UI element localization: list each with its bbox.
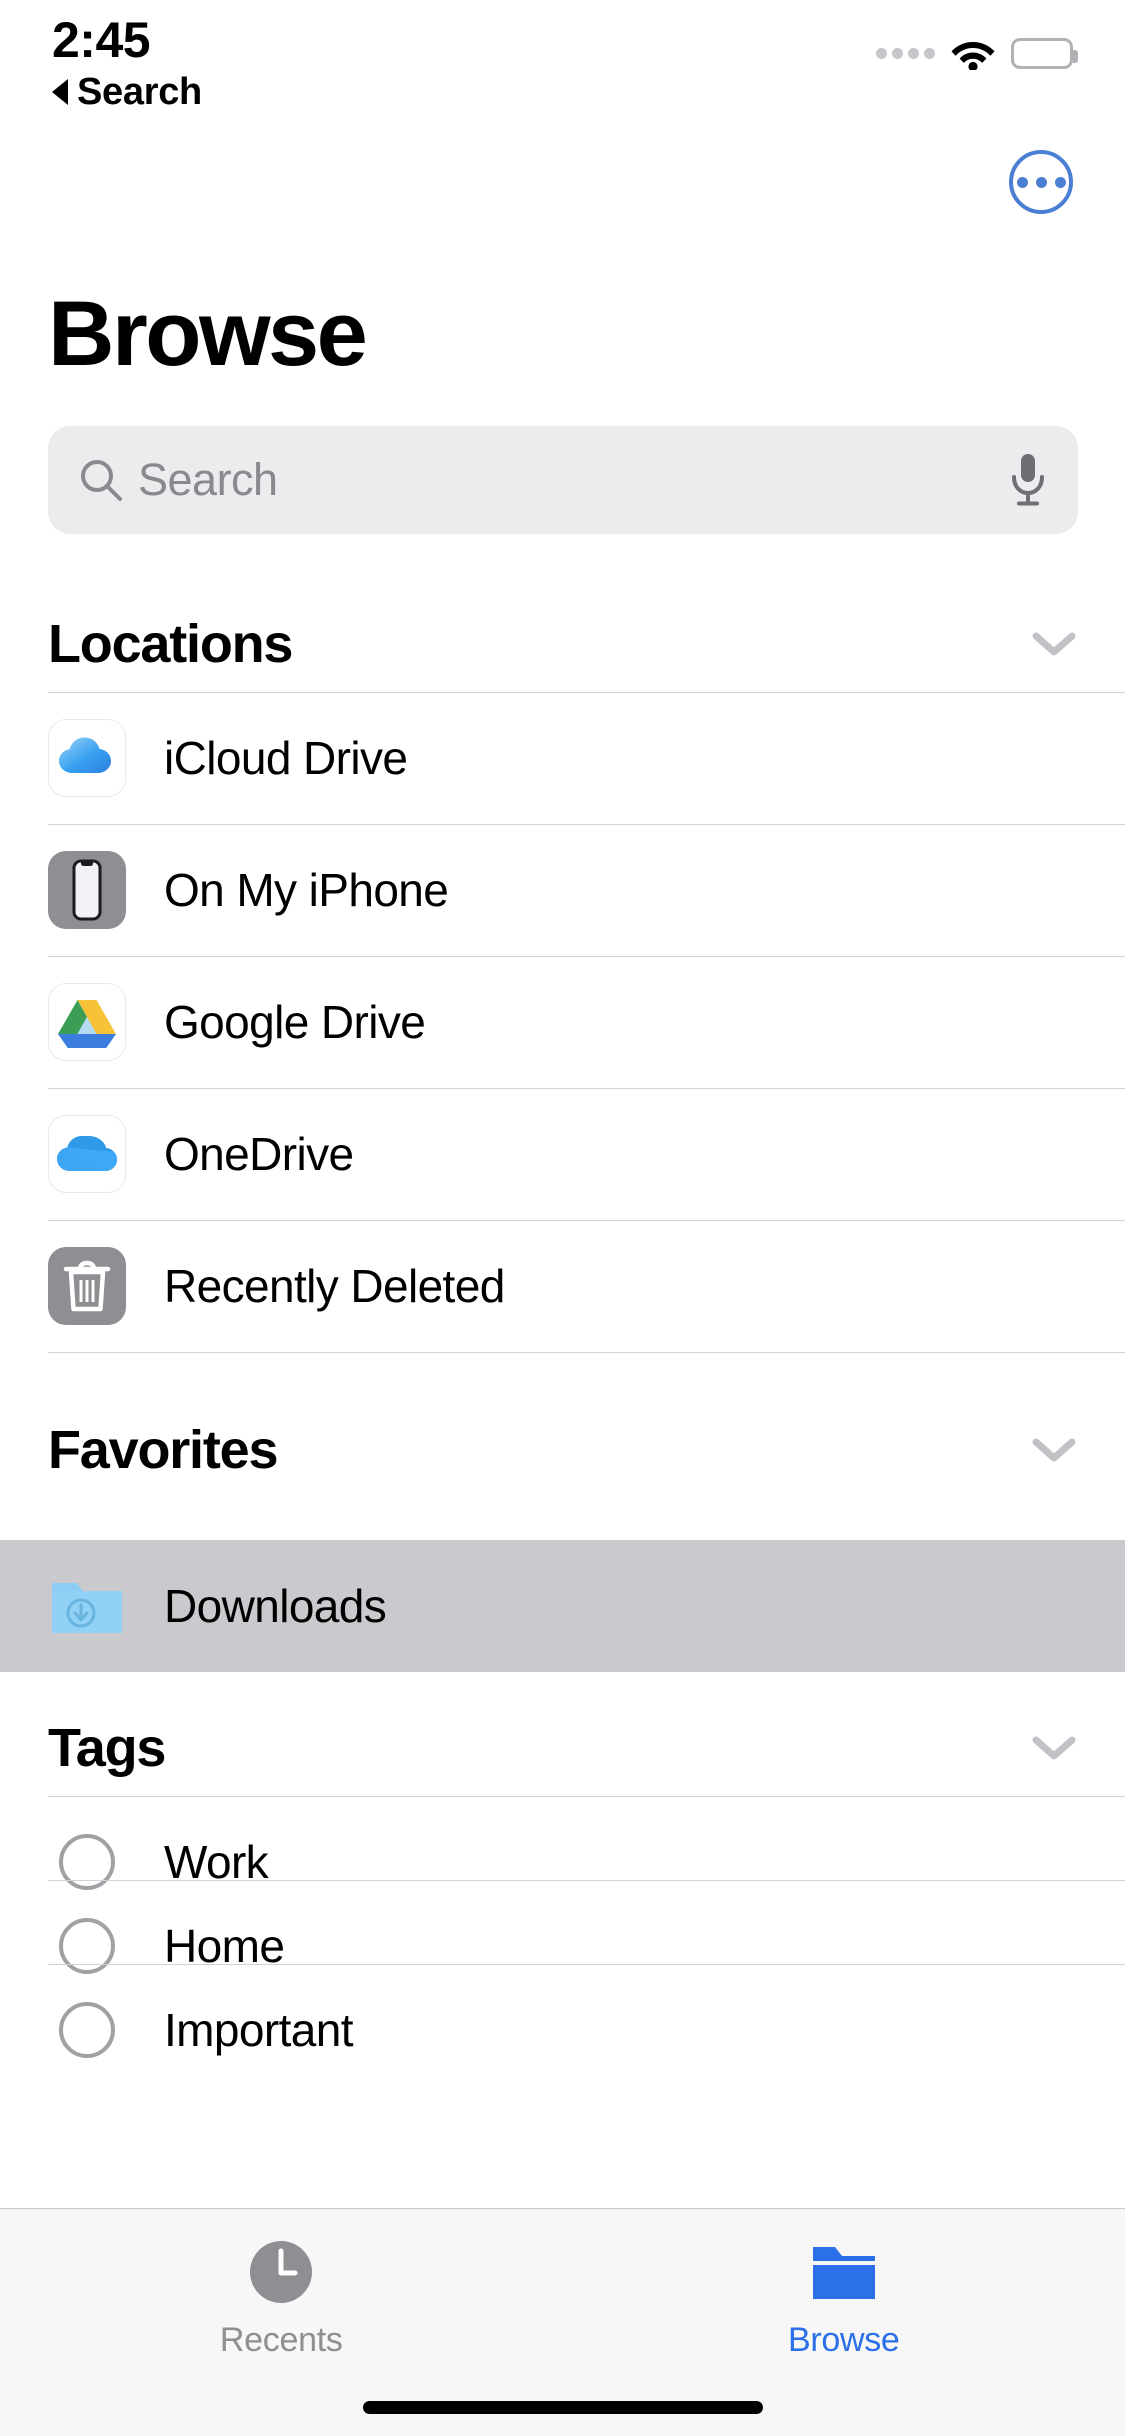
downloads-folder-icon — [48, 1567, 126, 1645]
google-drive-icon — [48, 983, 126, 1061]
chevron-down-icon[interactable] — [1031, 1436, 1077, 1464]
onedrive-icon — [48, 1115, 126, 1193]
tab-browse[interactable]: Browse — [563, 2237, 1125, 2360]
chevron-down-icon[interactable] — [1031, 1734, 1077, 1762]
list-item[interactable]: Recently Deleted — [0, 1220, 1125, 1352]
list-item-label: On My iPhone — [164, 864, 449, 916]
tab-label-recents: Recents — [219, 2321, 343, 2359]
section-title-favorites: Favorites — [48, 1420, 279, 1480]
section-header-tags[interactable]: Tags — [0, 1700, 1125, 1796]
tab-recents[interactable]: Recents — [0, 2237, 563, 2360]
list-item-label: Recently Deleted — [164, 1260, 505, 1312]
list-item[interactable]: Google Drive — [0, 956, 1125, 1088]
list-item-label: Downloads — [164, 1580, 387, 1632]
chevron-down-icon[interactable] — [1031, 630, 1077, 658]
section-title-locations: Locations — [48, 614, 293, 674]
list-item[interactable]: Important — [0, 1964, 1125, 2096]
home-indicator — [362, 2401, 763, 2414]
separator — [48, 1352, 1125, 1353]
list-item-label: OneDrive — [164, 1128, 354, 1180]
list-item-label: Important — [164, 2004, 354, 2056]
section-header-favorites[interactable]: Favorites — [0, 1402, 1125, 1498]
list-item[interactable]: iCloud Drive — [0, 692, 1125, 824]
clock-icon — [246, 2237, 316, 2307]
tag-circle-icon — [48, 1991, 126, 2069]
list-item-label: iCloud Drive — [164, 732, 408, 784]
section-title-tags: Tags — [48, 1718, 166, 1778]
list-item[interactable]: On My iPhone — [0, 824, 1125, 956]
folder-icon — [809, 2237, 879, 2307]
section-header-locations[interactable]: Locations — [0, 596, 1125, 692]
tab-label-browse: Browse — [787, 2321, 900, 2359]
icloud-drive-icon — [48, 719, 126, 797]
list-item[interactable]: OneDrive — [0, 1088, 1125, 1220]
iphone-icon — [48, 851, 126, 929]
list-item[interactable]: Downloads — [0, 1540, 1125, 1672]
content-scroll-area[interactable]: Locations iCloud Drive On My iPhone Goog… — [0, 0, 1125, 2208]
list-item-label: Google Drive — [164, 996, 426, 1048]
trash-icon — [48, 1247, 126, 1325]
